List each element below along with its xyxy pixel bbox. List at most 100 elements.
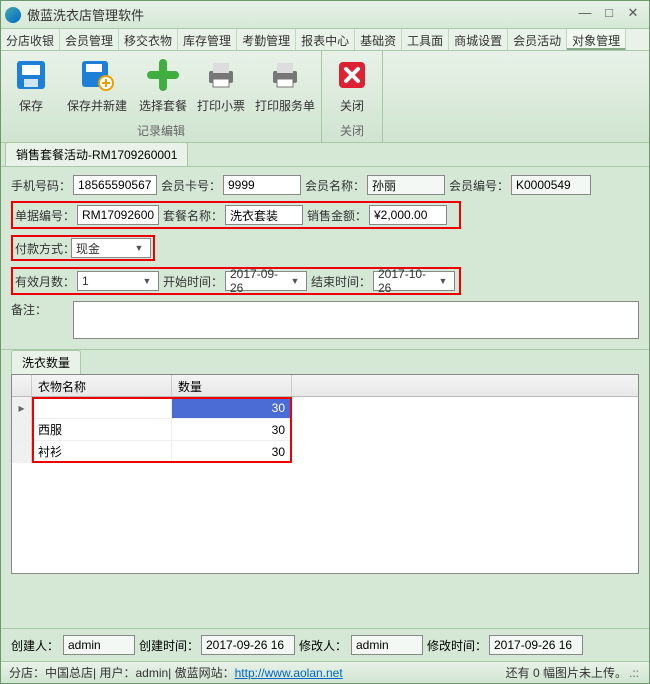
modifier-field — [351, 635, 423, 655]
label-create-time: 创建时间： — [139, 637, 197, 654]
status-branch: 中国总店 — [45, 664, 93, 681]
chevron-down-icon: ▼ — [288, 276, 302, 286]
menu-item[interactable]: 对象管理 — [567, 29, 626, 50]
chevron-down-icon: ▼ — [436, 276, 450, 286]
choose-package-button[interactable]: 选择套餐 — [139, 55, 187, 114]
grid-tabstrip: 洗衣数量 — [1, 350, 649, 374]
bill-no-input[interactable] — [77, 205, 159, 225]
plus-icon — [145, 57, 181, 93]
grid-header: 衣物名称 数量 — [12, 375, 638, 397]
app-logo-icon — [5, 7, 21, 23]
menu-item[interactable]: 报表中心 — [296, 29, 355, 50]
end-date-picker[interactable]: 2017-10-26 ▼ — [373, 271, 455, 291]
menu-item[interactable]: 库存管理 — [178, 29, 237, 50]
save-new-icon — [79, 57, 115, 93]
label-remark: 备注： — [11, 301, 69, 318]
table-row[interactable]: 西服30 — [12, 419, 638, 441]
cell-name[interactable] — [32, 397, 172, 419]
row-indicator — [12, 419, 32, 441]
chevron-down-icon: ▼ — [140, 276, 154, 286]
status-user-label: | 用户： — [93, 664, 135, 681]
label-bill-no: 单据编号： — [15, 207, 73, 224]
grid-body: ▸30西服30衬衫30 — [12, 397, 638, 463]
start-date-picker[interactable]: 2017-09-26 ▼ — [225, 271, 307, 291]
card-input[interactable] — [223, 175, 301, 195]
menu-item[interactable]: 移交衣物 — [119, 29, 178, 50]
table-row[interactable]: ▸ 30 — [12, 397, 638, 419]
status-upload-info: 还有 0 幅图片未上传。 — [506, 664, 627, 681]
document-tab[interactable]: 销售套餐活动-RM1709260001 — [5, 142, 188, 166]
ribbon-group-close: 关闭 关闭 — [322, 51, 383, 142]
remark-textarea[interactable] — [73, 301, 639, 339]
close-window-button[interactable]: ✕ — [621, 5, 645, 25]
menu-item[interactable]: 会员活动 — [508, 29, 567, 50]
label-modifier: 修改人： — [299, 637, 347, 654]
valid-months-select[interactable]: 1 ▼ — [77, 271, 159, 291]
label-start: 开始时间： — [163, 273, 221, 290]
label-end: 结束时间： — [311, 273, 369, 290]
close-icon — [334, 57, 370, 93]
label-sale-amt: 销售金额： — [307, 207, 365, 224]
minimize-button[interactable]: — — [573, 5, 597, 25]
ribbon-group-label: 记录编辑 — [7, 119, 315, 142]
member-name-field — [367, 175, 445, 195]
grid[interactable]: 衣物名称 数量 ▸30西服30衬衫30 — [11, 374, 639, 574]
pay-method-select[interactable]: 现金 ▼ — [71, 238, 151, 258]
label-member-name: 会员名称： — [305, 177, 363, 194]
cell-qty[interactable]: 30 — [172, 397, 292, 419]
window-title: 傲蓝洗衣店管理软件 — [27, 5, 144, 24]
grid-rowhead-corner — [12, 375, 32, 396]
footer-form: 创建人： 创建时间： 修改人： 修改时间： — [1, 628, 649, 661]
label-card: 会员卡号： — [161, 177, 219, 194]
resize-grip-icon: .:: — [627, 666, 641, 680]
grid-col-name[interactable]: 衣物名称 — [32, 375, 172, 396]
cell-name[interactable]: 西服 — [32, 419, 172, 441]
menu-item[interactable]: 基础资 — [355, 29, 402, 50]
menu-item[interactable]: 分店收银 — [1, 29, 60, 50]
maximize-button[interactable]: □ — [597, 5, 621, 25]
label-member-no: 会员编号： — [449, 177, 507, 194]
status-branch-label: 分店： — [9, 664, 45, 681]
save-new-button[interactable]: 保存并新建 — [65, 55, 129, 114]
creator-field — [63, 635, 135, 655]
menu-item[interactable]: 商城设置 — [449, 29, 508, 50]
status-site-link[interactable]: http://www.aolan.net — [235, 666, 343, 680]
label-phone: 手机号码： — [11, 177, 69, 194]
save-button[interactable]: 保存 — [7, 55, 55, 114]
printer-icon — [203, 57, 239, 93]
menu-item[interactable]: 会员管理 — [60, 29, 119, 50]
row-indicator: ▸ — [12, 397, 32, 419]
document-tabstrip: 销售套餐活动-RM1709260001 — [1, 143, 649, 167]
form-area: 手机号码： 会员卡号： 会员名称： 会员编号： 单据编号： 套餐名称： 销售金额… — [1, 167, 649, 350]
sale-amt-input[interactable] — [369, 205, 447, 225]
print-service-button[interactable]: 打印服务单 — [255, 55, 315, 114]
close-button[interactable]: 关闭 — [328, 55, 376, 114]
table-row[interactable]: 衬衫30 — [12, 441, 638, 463]
titlebar: 傲蓝洗衣店管理软件 — □ ✕ — [1, 1, 649, 29]
status-site-label: | 傲蓝网站： — [168, 664, 234, 681]
status-user: admin — [135, 666, 168, 680]
row-indicator — [12, 441, 32, 463]
save-icon — [13, 57, 49, 93]
pkg-name-input[interactable] — [225, 205, 303, 225]
ribbon: 保存 保存并新建 选择套餐 — [1, 51, 649, 143]
ribbon-group-edit: 保存 保存并新建 选择套餐 — [1, 51, 322, 142]
cell-qty[interactable]: 30 — [172, 419, 292, 441]
grid-tab[interactable]: 洗衣数量 — [11, 350, 81, 374]
label-pkg-name: 套餐名称： — [163, 207, 221, 224]
member-no-field — [511, 175, 591, 195]
chevron-down-icon: ▼ — [132, 243, 146, 253]
label-modify-time: 修改时间： — [427, 637, 485, 654]
phone-input[interactable] — [73, 175, 157, 195]
grid-col-qty[interactable]: 数量 — [172, 375, 292, 396]
printer-icon — [267, 57, 303, 93]
cell-name[interactable]: 衬衫 — [32, 441, 172, 463]
label-creator: 创建人： — [11, 637, 59, 654]
label-pay-method: 付款方式： — [15, 240, 71, 257]
menu-item[interactable]: 工具面 — [402, 29, 449, 50]
print-ticket-button[interactable]: 打印小票 — [197, 55, 245, 114]
cell-qty[interactable]: 30 — [172, 441, 292, 463]
menu-item[interactable]: 考勤管理 — [237, 29, 296, 50]
create-time-field — [201, 635, 295, 655]
statusbar: 分店： 中国总店 | 用户： admin | 傲蓝网站： http://www.… — [1, 661, 649, 683]
